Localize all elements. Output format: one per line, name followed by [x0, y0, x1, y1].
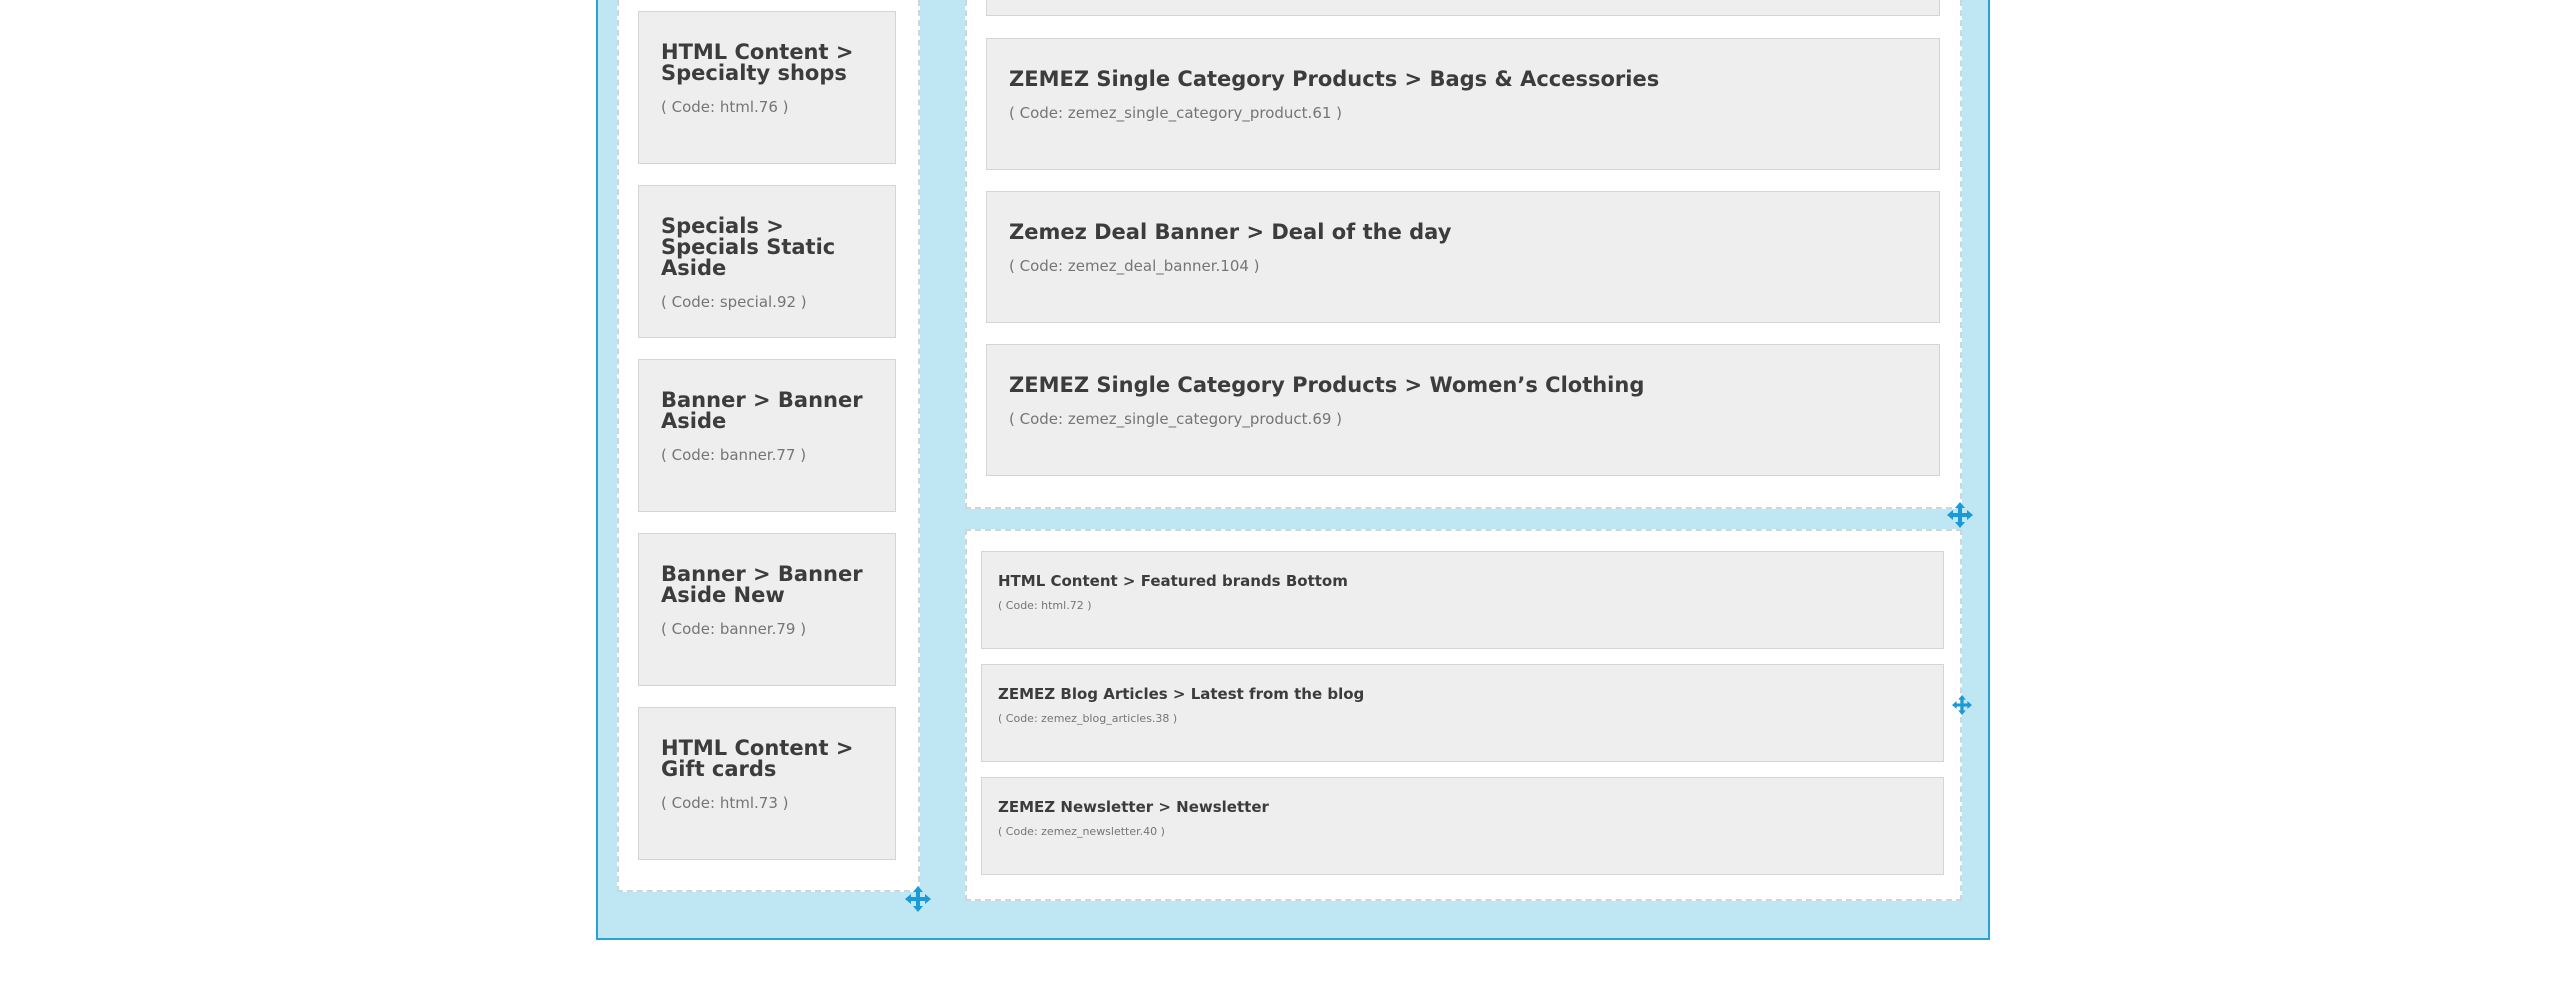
module-code: ( Code: banner.79 )	[661, 620, 807, 638]
module-title: HTML Content > Specialty shops	[661, 40, 854, 85]
module-code: ( Code: zemez_single_category_product.61…	[1009, 104, 1343, 122]
module-code: ( Code: zemez_blog_articles.38 )	[998, 712, 1178, 725]
module-code: ( Code: html.72 )	[998, 599, 1092, 612]
module-code: ( Code: banner.77 )	[661, 446, 807, 464]
module-title: HTML Content > Gift cards	[661, 736, 854, 781]
module-title: ZEMEZ Single Category Products > Women’s…	[1009, 373, 1645, 397]
module-block-bags-accessories[interactable]: ZEMEZ Single Category Products > Bags & …	[986, 38, 1940, 170]
module-block-banner-aside-new[interactable]: Banner > Banner Aside New ( Code: banner…	[638, 533, 896, 686]
module-title: ZEMEZ Newsletter > Newsletter	[998, 798, 1269, 816]
move-arrows-icon[interactable]	[1952, 695, 1972, 715]
module-title: Banner > Banner Aside New	[661, 562, 863, 607]
module-block-womens-clothing[interactable]: ZEMEZ Single Category Products > Women’s…	[986, 344, 1940, 476]
module-block-featured-brands[interactable]: HTML Content > Featured brands Bottom ( …	[981, 551, 1944, 649]
module-code: ( Code: html.76 )	[661, 98, 789, 116]
module-title: Zemez Deal Banner > Deal of the day	[1009, 220, 1452, 244]
module-block-latest-blog[interactable]: ZEMEZ Blog Articles > Latest from the bl…	[981, 664, 1944, 762]
module-code: ( Code: zemez_newsletter.40 )	[998, 825, 1165, 838]
layout-editor-canvas: HTML Content > Specialty shops ( Code: h…	[0, 0, 2560, 1000]
module-block-banner-aside[interactable]: Banner > Banner Aside ( Code: banner.77 …	[638, 359, 896, 512]
module-block-deal-of-the-day[interactable]: Zemez Deal Banner > Deal of the day ( Co…	[986, 191, 1940, 323]
move-arrows-icon[interactable]	[1947, 502, 1973, 528]
module-code: ( Code: special.92 )	[661, 293, 807, 311]
module-code: ( Code: zemez_deal_banner.104 )	[1009, 257, 1260, 275]
module-title: ZEMEZ Single Category Products > Bags & …	[1009, 67, 1660, 91]
module-block-partial[interactable]	[986, 0, 1940, 16]
module-block-newsletter[interactable]: ZEMEZ Newsletter > Newsletter ( Code: ze…	[981, 777, 1944, 875]
module-title: ZEMEZ Blog Articles > Latest from the bl…	[998, 685, 1365, 703]
module-title: Specials > Specials Static Aside	[661, 214, 836, 280]
module-block-specialty-shops[interactable]: HTML Content > Specialty shops ( Code: h…	[638, 11, 896, 164]
move-arrows-icon[interactable]	[905, 886, 931, 912]
module-title: Banner > Banner Aside	[661, 388, 863, 433]
module-code: ( Code: zemez_single_category_product.69…	[1009, 410, 1343, 428]
module-code: ( Code: html.73 )	[661, 794, 789, 812]
module-block-specials-static-aside[interactable]: Specials > Specials Static Aside ( Code:…	[638, 185, 896, 338]
module-title: HTML Content > Featured brands Bottom	[998, 572, 1348, 590]
module-block-gift-cards[interactable]: HTML Content > Gift cards ( Code: html.7…	[638, 707, 896, 860]
